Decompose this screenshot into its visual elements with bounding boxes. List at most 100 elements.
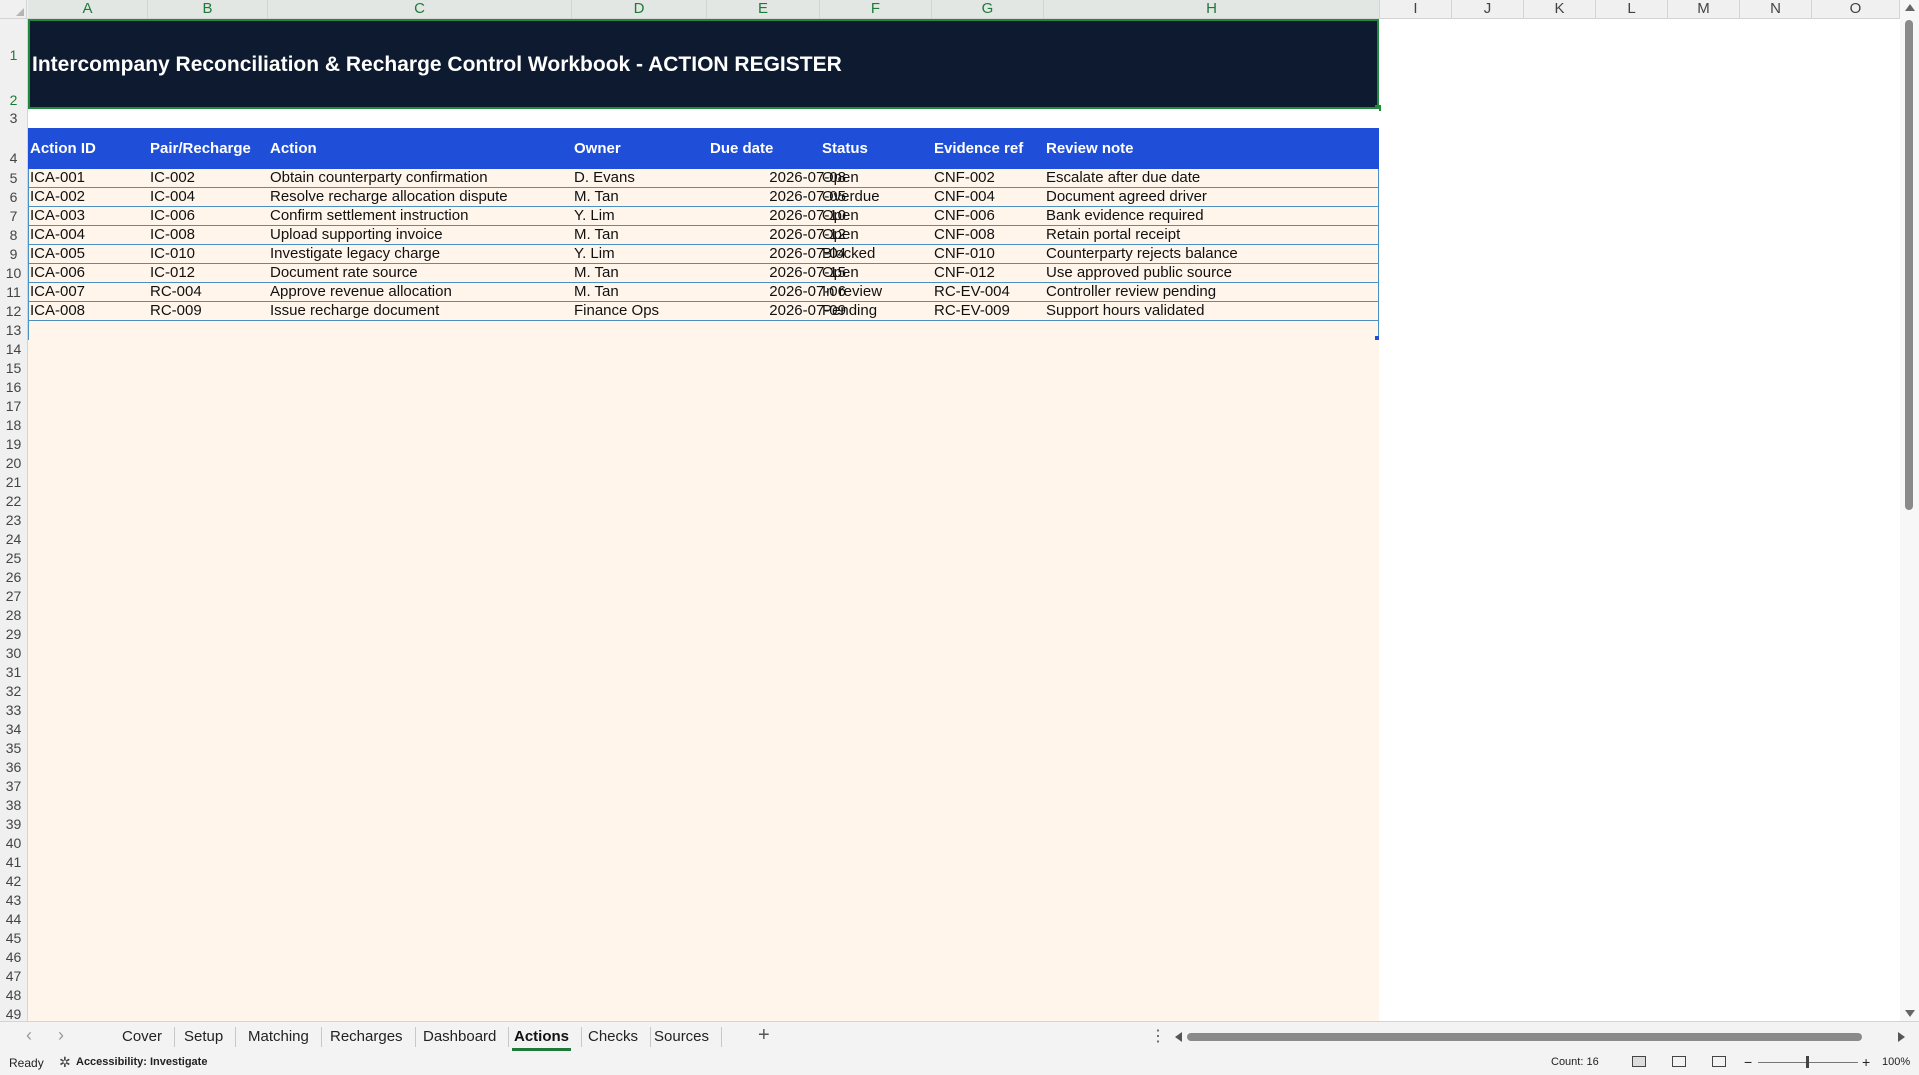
- sheet-tab-setup[interactable]: Setup: [172, 1027, 237, 1047]
- row-header[interactable]: 5: [0, 169, 27, 188]
- page-layout-icon[interactable]: [1672, 1056, 1686, 1067]
- table-cell[interactable]: ICA-002: [30, 188, 85, 206]
- table-cell[interactable]: D. Evans: [574, 169, 635, 187]
- row-header[interactable]: 19: [0, 435, 27, 454]
- row-header[interactable]: 47: [0, 967, 27, 986]
- table-cell[interactable]: CNF-012: [934, 264, 995, 282]
- table-cell[interactable]: IC-004: [150, 188, 195, 206]
- table-cell[interactable]: Confirm settlement instruction: [270, 207, 468, 225]
- row-header[interactable]: 42: [0, 872, 27, 891]
- column-header[interactable]: H: [1044, 0, 1380, 18]
- table-cell[interactable]: Retain portal receipt: [1046, 226, 1180, 244]
- table-cell[interactable]: Open: [822, 264, 859, 282]
- row-header[interactable]: 24: [0, 530, 27, 549]
- table-cell[interactable]: Blocked: [822, 245, 875, 263]
- accessibility-status[interactable]: ✲ Accessibility: Investigate: [59, 1054, 207, 1070]
- table-cell[interactable]: CNF-004: [934, 188, 995, 206]
- table-cell[interactable]: RC-004: [150, 283, 202, 301]
- zoom-level[interactable]: 100%: [1882, 1056, 1910, 1068]
- table-cell[interactable]: M. Tan: [574, 264, 619, 282]
- row-header[interactable]: 20: [0, 454, 27, 473]
- table-cell[interactable]: ICA-006: [30, 264, 85, 282]
- next-sheet-icon[interactable]: ›: [58, 1025, 64, 1046]
- table-cell[interactable]: Escalate after due date: [1046, 169, 1200, 187]
- worksheet-grid[interactable]: Intercompany Reconciliation & Recharge C…: [28, 19, 1899, 1021]
- row-header[interactable]: 25: [0, 549, 27, 568]
- table-cell[interactable]: Approve revenue allocation: [270, 283, 452, 301]
- sheet-tab-cover[interactable]: Cover: [110, 1027, 176, 1047]
- column-header[interactable]: F: [820, 0, 932, 18]
- sheet-tab-recharges[interactable]: Recharges: [318, 1027, 416, 1047]
- row-header[interactable]: 17: [0, 397, 27, 416]
- table-cell[interactable]: CNF-008: [934, 226, 995, 244]
- row-header[interactable]: 14: [0, 340, 27, 359]
- row-header[interactable]: 12: [0, 302, 27, 321]
- vertical-scrollbar[interactable]: [1900, 0, 1919, 1021]
- add-sheet-button[interactable]: +: [758, 1024, 770, 1047]
- table-cell[interactable]: RC-EV-009: [934, 302, 1010, 320]
- table-cell[interactable]: Open: [822, 169, 859, 187]
- row-header[interactable]: 1: [0, 19, 27, 91]
- table-cell[interactable]: Bank evidence required: [1046, 207, 1204, 225]
- column-header[interactable]: N: [1740, 0, 1812, 18]
- row-header[interactable]: 45: [0, 929, 27, 948]
- row-header[interactable]: 28: [0, 606, 27, 625]
- normal-view-icon[interactable]: [1632, 1056, 1646, 1067]
- table-cell[interactable]: IC-006: [150, 207, 195, 225]
- table-cell[interactable]: Obtain counterparty confirmation: [270, 169, 488, 187]
- table-cell[interactable]: In review: [822, 283, 882, 301]
- row-header[interactable]: 41: [0, 853, 27, 872]
- column-header[interactable]: A: [28, 0, 148, 18]
- row-header[interactable]: 44: [0, 910, 27, 929]
- select-all-corner[interactable]: [0, 0, 27, 18]
- zoom-slider-knob[interactable]: [1806, 1056, 1809, 1068]
- table-cell[interactable]: Document agreed driver: [1046, 188, 1207, 206]
- sheet-tab-matching[interactable]: Matching: [236, 1027, 322, 1047]
- sheet-tab-dashboard[interactable]: Dashboard: [411, 1027, 510, 1047]
- vertical-scroll-thumb[interactable]: [1905, 20, 1913, 510]
- table-cell[interactable]: ICA-008: [30, 302, 85, 320]
- row-header[interactable]: 9: [0, 245, 27, 264]
- scroll-left-icon[interactable]: [1175, 1032, 1182, 1042]
- column-header[interactable]: L: [1596, 0, 1668, 18]
- row-header[interactable]: 36: [0, 758, 27, 777]
- row-header[interactable]: 49: [0, 1005, 27, 1021]
- table-cell[interactable]: IC-008: [150, 226, 195, 244]
- table-cell[interactable]: Document rate source: [270, 264, 418, 282]
- horizontal-scroll-thumb[interactable]: [1187, 1033, 1862, 1041]
- column-header[interactable]: D: [572, 0, 707, 18]
- table-cell[interactable]: RC-EV-004: [934, 283, 1010, 301]
- table-cell[interactable]: IC-002: [150, 169, 195, 187]
- table-cell[interactable]: IC-012: [150, 264, 195, 282]
- column-header[interactable]: K: [1524, 0, 1596, 18]
- row-header[interactable]: 13: [0, 321, 27, 340]
- column-header[interactable]: I: [1380, 0, 1452, 18]
- column-header[interactable]: M: [1668, 0, 1740, 18]
- table-cell[interactable]: Open: [822, 226, 859, 244]
- sheet-tab-checks[interactable]: Checks: [576, 1027, 652, 1047]
- table-cell[interactable]: Upload supporting invoice: [270, 226, 443, 244]
- table-cell[interactable]: IC-010: [150, 245, 195, 263]
- row-header[interactable]: 2: [0, 91, 27, 109]
- table-cell[interactable]: M. Tan: [574, 188, 619, 206]
- column-header[interactable]: B: [148, 0, 268, 18]
- table-cell[interactable]: Pending: [822, 302, 877, 320]
- scroll-right-icon[interactable]: [1898, 1032, 1905, 1042]
- row-header[interactable]: 6: [0, 188, 27, 207]
- row-header[interactable]: 38: [0, 796, 27, 815]
- row-header[interactable]: 18: [0, 416, 27, 435]
- table-cell[interactable]: Issue recharge document: [270, 302, 439, 320]
- row-header[interactable]: 33: [0, 701, 27, 720]
- table-cell[interactable]: M. Tan: [574, 226, 619, 244]
- horizontal-scrollbar[interactable]: [1175, 1030, 1905, 1044]
- table-cell[interactable]: Y. Lim: [574, 245, 615, 263]
- table-cell[interactable]: Finance Ops: [574, 302, 659, 320]
- title-banner[interactable]: Intercompany Reconciliation & Recharge C…: [28, 19, 1381, 111]
- row-header[interactable]: 31: [0, 663, 27, 682]
- row-header[interactable]: 22: [0, 492, 27, 511]
- row-header[interactable]: 29: [0, 625, 27, 644]
- sheet-tab-sources[interactable]: Sources: [642, 1027, 723, 1047]
- table-cell[interactable]: Open: [822, 207, 859, 225]
- table-cell[interactable]: Use approved public source: [1046, 264, 1232, 282]
- row-header[interactable]: 30: [0, 644, 27, 663]
